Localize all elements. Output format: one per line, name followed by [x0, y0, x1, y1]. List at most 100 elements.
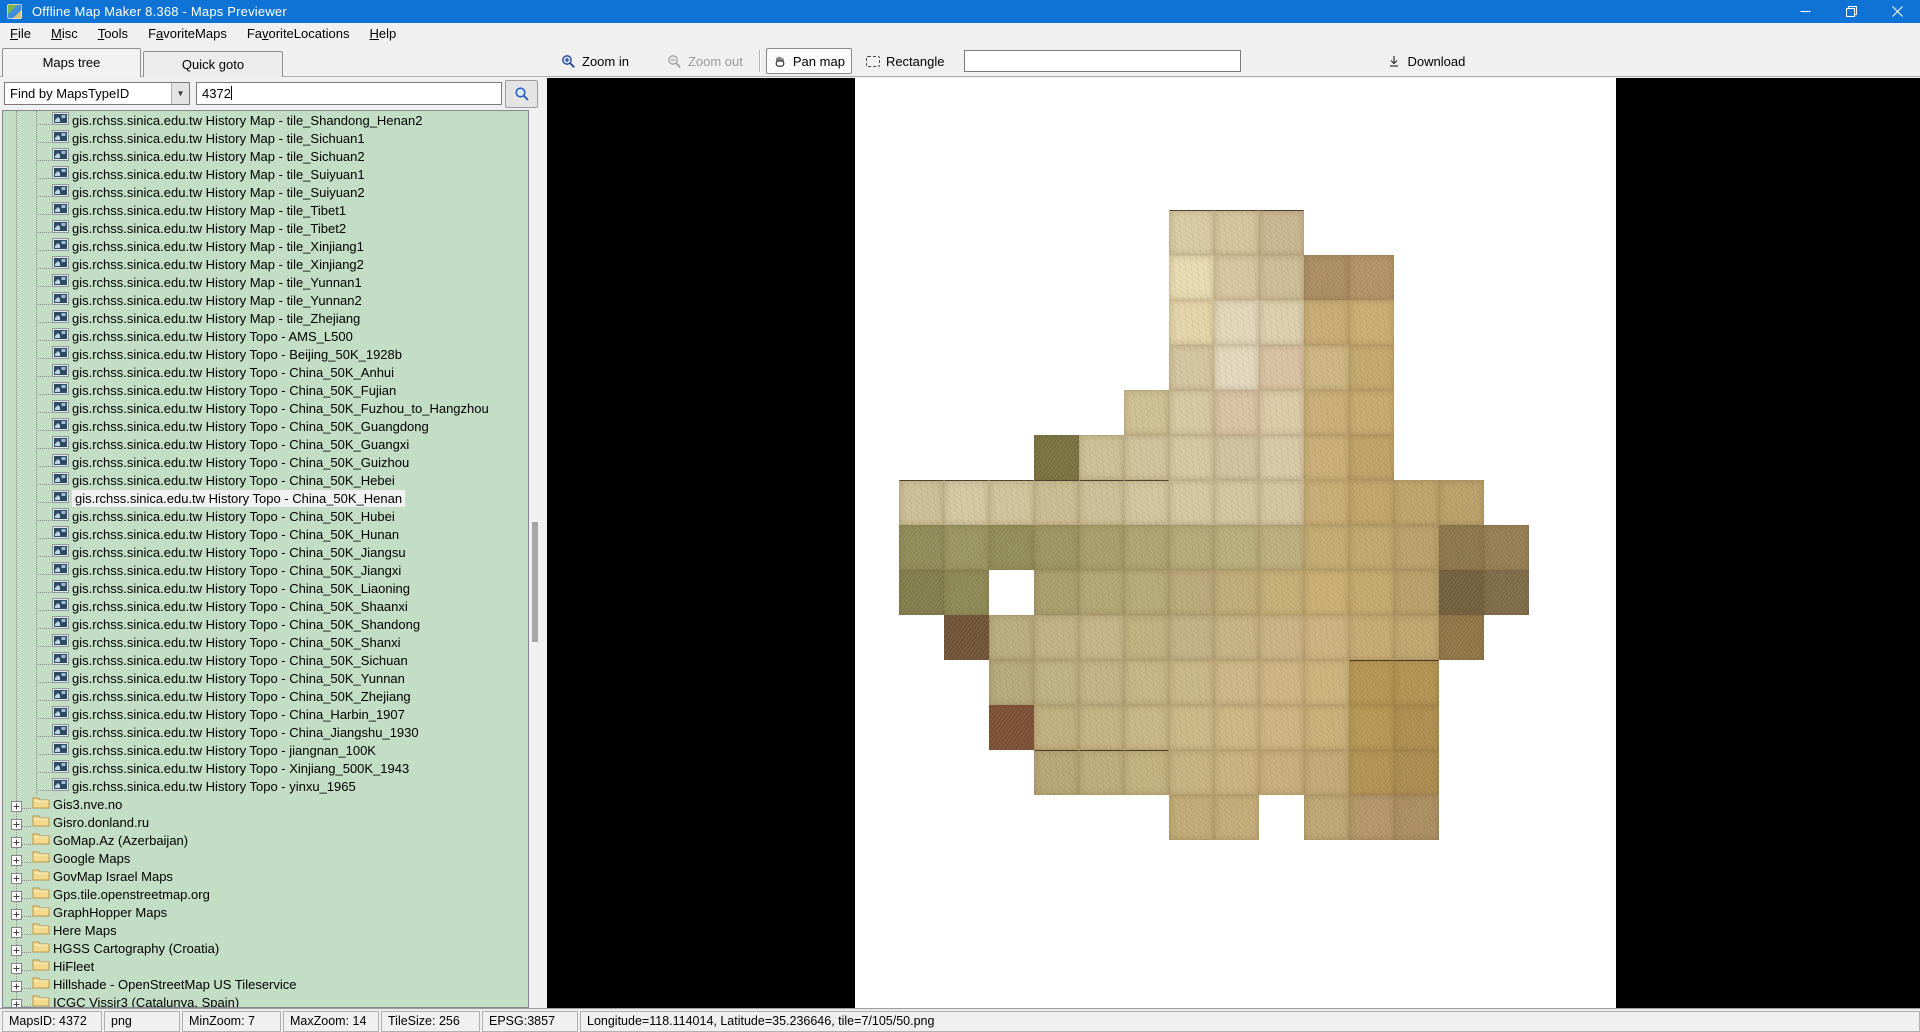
map-layer-icon	[52, 634, 69, 652]
tree-item[interactable]: gis.rchss.sinica.edu.tw History Topo - C…	[3, 561, 528, 579]
tree-folder[interactable]: HiFleet	[3, 957, 528, 975]
tree-item[interactable]: gis.rchss.sinica.edu.tw History Topo - C…	[3, 597, 528, 615]
map-canvas[interactable]	[855, 78, 1616, 1008]
map-tile	[1304, 750, 1349, 795]
tree-item[interactable]: gis.rchss.sinica.edu.tw History Topo - C…	[3, 399, 528, 417]
tree-folder[interactable]: Hillshade - OpenStreetMap US Tileservice	[3, 975, 528, 993]
menu-favoritelocations[interactable]: FavoriteLocations	[237, 23, 360, 45]
expand-plus-icon[interactable]	[11, 853, 22, 864]
tree-folder[interactable]: GovMap Israel Maps	[3, 867, 528, 885]
map-tile	[1304, 435, 1349, 480]
close-button[interactable]	[1874, 0, 1920, 23]
tree-item[interactable]: gis.rchss.sinica.edu.tw History Topo - C…	[3, 525, 528, 543]
tree-folder[interactable]: Here Maps	[3, 921, 528, 939]
tree-item[interactable]: gis.rchss.sinica.edu.tw History Map - ti…	[3, 309, 528, 327]
tree-folder[interactable]: Gisro.donland.ru	[3, 813, 528, 831]
tab-maps-tree[interactable]: Maps tree	[2, 48, 141, 77]
expand-plus-icon[interactable]	[11, 943, 22, 954]
tree-folder[interactable]: Gis3.nve.no	[3, 795, 528, 813]
tree-folder[interactable]: GoMap.Az (Azerbaijan)	[3, 831, 528, 849]
zoom-out-button[interactable]: Zoom out	[661, 48, 749, 74]
tree-item[interactable]: gis.rchss.sinica.edu.tw History Topo - C…	[3, 453, 528, 471]
tree-item[interactable]: gis.rchss.sinica.edu.tw History Map - ti…	[3, 201, 528, 219]
map-tile	[1259, 705, 1304, 750]
download-button[interactable]: Download	[1381, 48, 1471, 74]
find-by-combo[interactable]: Find by MapsTypeID ▼	[4, 82, 190, 105]
expand-plus-icon[interactable]	[11, 817, 22, 828]
tree-folder[interactable]: GraphHopper Maps	[3, 903, 528, 921]
tree-item[interactable]: gis.rchss.sinica.edu.tw History Topo - y…	[3, 777, 528, 795]
expand-plus-icon[interactable]	[11, 925, 22, 936]
combo-dropdown-arrow[interactable]: ▼	[171, 83, 189, 104]
minimize-button[interactable]	[1782, 0, 1828, 23]
tree-item[interactable]: gis.rchss.sinica.edu.tw History Map - ti…	[3, 219, 528, 237]
map-tile	[1124, 705, 1169, 750]
tree-item[interactable]: gis.rchss.sinica.edu.tw History Topo - C…	[3, 417, 528, 435]
menu-favoritemaps[interactable]: FavoriteMaps	[138, 23, 237, 45]
tree-item[interactable]: gis.rchss.sinica.edu.tw History Topo - C…	[3, 705, 528, 723]
zoom-in-button[interactable]: Zoom in	[555, 48, 635, 74]
map-layer-icon	[52, 706, 69, 724]
tree-item[interactable]: gis.rchss.sinica.edu.tw History Topo - C…	[3, 633, 528, 651]
expand-plus-icon[interactable]	[11, 997, 22, 1008]
tree-connector	[36, 314, 51, 323]
search-button[interactable]	[505, 80, 538, 108]
tree-item[interactable]: gis.rchss.sinica.edu.tw History Topo - C…	[3, 507, 528, 525]
tree-item[interactable]: gis.rchss.sinica.edu.tw History Map - ti…	[3, 237, 528, 255]
status-bar: MapsID: 4372pngMinZoom: 7MaxZoom: 14Tile…	[0, 1008, 1920, 1032]
tree-item[interactable]: gis.rchss.sinica.edu.tw History Topo - C…	[3, 489, 528, 507]
restore-button[interactable]	[1828, 0, 1874, 23]
tree-item[interactable]: gis.rchss.sinica.edu.tw History Topo - C…	[3, 471, 528, 489]
tree-item[interactable]: gis.rchss.sinica.edu.tw History Topo - C…	[3, 435, 528, 453]
tree-item[interactable]: gis.rchss.sinica.edu.tw History Map - ti…	[3, 129, 528, 147]
map-tile	[989, 480, 1034, 525]
expand-plus-icon[interactable]	[11, 889, 22, 900]
tree-item[interactable]: gis.rchss.sinica.edu.tw History Map - ti…	[3, 273, 528, 291]
tree-item[interactable]: gis.rchss.sinica.edu.tw History Topo - C…	[3, 615, 528, 633]
tree-item[interactable]: gis.rchss.sinica.edu.tw History Topo - j…	[3, 741, 528, 759]
tree-item[interactable]: gis.rchss.sinica.edu.tw History Map - ti…	[3, 111, 528, 129]
tree-item[interactable]: gis.rchss.sinica.edu.tw History Map - ti…	[3, 255, 528, 273]
tree-item[interactable]: gis.rchss.sinica.edu.tw History Topo - C…	[3, 579, 528, 597]
search-input[interactable]: 4372	[196, 82, 502, 105]
tree-item[interactable]: gis.rchss.sinica.edu.tw History Map - ti…	[3, 147, 528, 165]
pan-map-button[interactable]: Pan map	[766, 48, 852, 74]
tree-item[interactable]: gis.rchss.sinica.edu.tw History Topo - C…	[3, 543, 528, 561]
tree-item[interactable]: gis.rchss.sinica.edu.tw History Topo - C…	[3, 651, 528, 669]
expand-plus-icon[interactable]	[11, 871, 22, 882]
tree-folder[interactable]: Gps.tile.openstreetmap.org	[3, 885, 528, 903]
menu-file[interactable]: File	[0, 23, 41, 45]
expand-plus-icon[interactable]	[11, 835, 22, 846]
tree-item[interactable]: gis.rchss.sinica.edu.tw History Topo - C…	[3, 723, 528, 741]
expand-plus-icon[interactable]	[11, 961, 22, 972]
tree-item[interactable]: gis.rchss.sinica.edu.tw History Map - ti…	[3, 183, 528, 201]
tree-item[interactable]: gis.rchss.sinica.edu.tw History Map - ti…	[3, 291, 528, 309]
expand-plus-icon[interactable]	[11, 979, 22, 990]
tree-item[interactable]: gis.rchss.sinica.edu.tw History Topo - C…	[3, 669, 528, 687]
expand-plus-icon[interactable]	[11, 907, 22, 918]
map-layer-icon	[52, 346, 69, 364]
tree-item[interactable]: gis.rchss.sinica.edu.tw History Topo - C…	[3, 381, 528, 399]
tree-item[interactable]: gis.rchss.sinica.edu.tw History Topo - C…	[3, 363, 528, 381]
tree-item[interactable]: gis.rchss.sinica.edu.tw History Topo - B…	[3, 345, 528, 363]
tree-item[interactable]: gis.rchss.sinica.edu.tw History Topo - A…	[3, 327, 528, 345]
tree-item[interactable]: gis.rchss.sinica.edu.tw History Topo - C…	[3, 687, 528, 705]
rectangle-button[interactable]: Rectangle	[860, 48, 951, 74]
expand-plus-icon[interactable]	[11, 799, 22, 810]
tree-scrollbar-thumb[interactable]	[532, 522, 538, 642]
tree-folder[interactable]: HGSS Cartography (Croatia)	[3, 939, 528, 957]
folder-icon	[32, 994, 50, 1008]
tree-item[interactable]: gis.rchss.sinica.edu.tw History Topo - X…	[3, 759, 528, 777]
menu-misc[interactable]: Misc	[41, 23, 88, 45]
menu-help[interactable]: Help	[359, 23, 406, 45]
map-tile	[1214, 795, 1259, 840]
tab-quick-goto[interactable]: Quick goto	[143, 51, 283, 77]
tree-item[interactable]: gis.rchss.sinica.edu.tw History Map - ti…	[3, 165, 528, 183]
map-tile	[1124, 750, 1169, 795]
tree-folder[interactable]: Google Maps	[3, 849, 528, 867]
tree-scrollbar[interactable]	[529, 110, 543, 1008]
menu-tools[interactable]: Tools	[88, 23, 138, 45]
maps-tree: gis.rchss.sinica.edu.tw History Map - ti…	[2, 110, 529, 1008]
toolbar-input[interactable]	[964, 50, 1241, 72]
tree-folder[interactable]: ICGC Vissir3 (Catalunya, Spain)	[3, 993, 528, 1008]
